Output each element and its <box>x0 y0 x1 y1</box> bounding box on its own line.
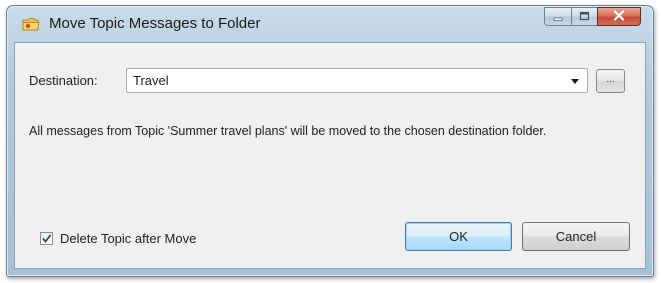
maximize-button[interactable] <box>571 7 597 26</box>
destination-value: Travel <box>133 73 169 88</box>
window-title: Move Topic Messages to Folder <box>49 15 261 32</box>
close-icon <box>613 8 625 26</box>
ok-button[interactable]: OK <box>405 222 512 251</box>
delete-topic-label: Delete Topic after Move <box>60 231 197 246</box>
folder-icon <box>22 17 40 31</box>
delete-topic-checkbox[interactable] <box>40 232 53 245</box>
close-button[interactable] <box>597 7 641 26</box>
delete-topic-option[interactable]: Delete Topic after Move <box>40 231 196 246</box>
minimize-button[interactable] <box>544 7 571 26</box>
destination-label: Destination: <box>29 73 98 88</box>
minimize-icon <box>553 8 564 26</box>
info-message: All messages from Topic 'Summer travel p… <box>29 124 547 138</box>
dropdown-arrow-icon[interactable] <box>571 79 579 84</box>
browse-button[interactable]: ... <box>596 69 625 93</box>
cancel-button[interactable]: Cancel <box>522 222 630 251</box>
destination-combobox[interactable]: Travel <box>126 68 588 93</box>
checkmark-icon <box>42 234 52 243</box>
maximize-icon <box>579 8 590 26</box>
title-bar[interactable]: Move Topic Messages to Folder <box>7 6 653 42</box>
caption-buttons <box>544 7 641 28</box>
